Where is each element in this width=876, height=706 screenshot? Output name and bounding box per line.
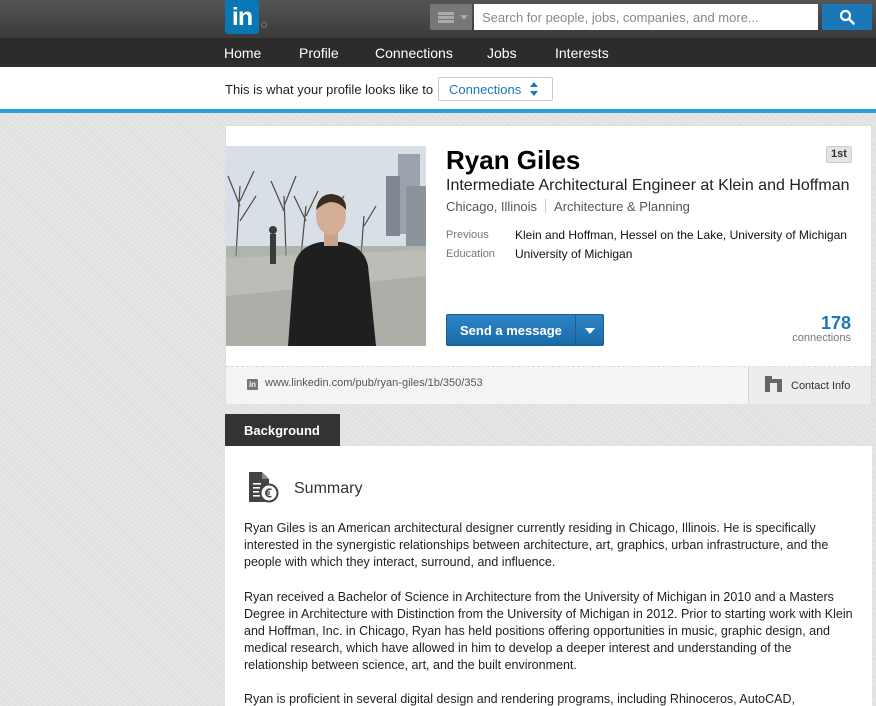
- profile-photo-image: [226, 146, 426, 346]
- linkedin-logo[interactable]: in: [225, 0, 259, 34]
- main-nav: Home Profile Connections Jobs Interests: [0, 38, 876, 67]
- profile-industry[interactable]: Architecture & Planning: [554, 199, 690, 214]
- connection-degree-badge: 1st: [826, 146, 852, 163]
- connections-label: connections: [792, 332, 851, 344]
- nav-connections[interactable]: Connections: [375, 45, 453, 61]
- previous-label: Previous: [446, 229, 489, 241]
- address-book-icon: [765, 376, 782, 392]
- education-label: Education: [446, 248, 495, 260]
- search-input[interactable]: [474, 4, 818, 30]
- contact-info-button[interactable]: Contact Info: [748, 367, 871, 404]
- select-arrows-icon: [530, 82, 538, 96]
- view-as-bar: This is what your profile looks like to …: [0, 67, 876, 113]
- profile-location[interactable]: Chicago, Illinois: [446, 199, 537, 214]
- search-category-dropdown[interactable]: [430, 4, 472, 30]
- public-profile-url[interactable]: www.linkedin.com/pub/ryan-giles/1b/350/3…: [265, 377, 483, 389]
- chevron-down-icon[interactable]: [585, 328, 595, 334]
- view-as-select[interactable]: Connections: [438, 77, 553, 101]
- profile-headline: Intermediate Architectural Engineer at K…: [446, 177, 850, 194]
- list-icon: [438, 12, 454, 23]
- summary-title: Summary: [294, 480, 363, 497]
- profile-card: Ryan Giles 1st Intermediate Architectura…: [225, 125, 872, 404]
- linkedin-small-icon: in: [247, 379, 258, 390]
- summary-paragraph: Ryan received a Bachelor of Science in A…: [244, 590, 853, 672]
- send-message-label: Send a message: [460, 323, 562, 338]
- contact-info-label: Contact Info: [791, 380, 851, 392]
- view-as-label: This is what your profile looks like to: [225, 82, 434, 97]
- search-button[interactable]: [822, 4, 872, 30]
- separator: [545, 199, 547, 213]
- background-tab[interactable]: Background: [225, 414, 340, 446]
- education-value[interactable]: University of Michigan: [515, 247, 632, 261]
- profile-photo[interactable]: [226, 146, 426, 346]
- summary-paragraph: Ryan Giles is an American architectural …: [244, 521, 829, 569]
- profile-card-footer: in www.linkedin.com/pub/ryan-giles/1b/35…: [226, 366, 871, 404]
- summary-document-icon: [249, 472, 279, 503]
- chevron-down-icon: [460, 15, 468, 20]
- nav-home[interactable]: Home: [224, 45, 261, 61]
- connections-count[interactable]: 178: [821, 313, 851, 334]
- previous-value[interactable]: Klein and Hoffman, Hessel on the Lake, U…: [515, 228, 847, 242]
- nav-jobs[interactable]: Jobs: [487, 45, 517, 61]
- summary-paragraph: Ryan is proficient in several digital de…: [244, 692, 795, 706]
- location-industry-line: Chicago, Illinois Architecture & Planning: [446, 199, 690, 214]
- background-panel: Summary Ryan Giles is an American archit…: [225, 446, 872, 706]
- registered-mark-icon: [261, 22, 267, 28]
- button-divider: [575, 315, 576, 345]
- send-message-button[interactable]: Send a message: [446, 314, 604, 346]
- search-icon: [839, 9, 855, 25]
- nav-profile[interactable]: Profile: [299, 45, 339, 61]
- nav-interests[interactable]: Interests: [555, 45, 609, 61]
- profile-name: Ryan Giles: [446, 145, 581, 175]
- view-as-selected-value: Connections: [449, 82, 522, 97]
- top-bar: in: [0, 0, 876, 38]
